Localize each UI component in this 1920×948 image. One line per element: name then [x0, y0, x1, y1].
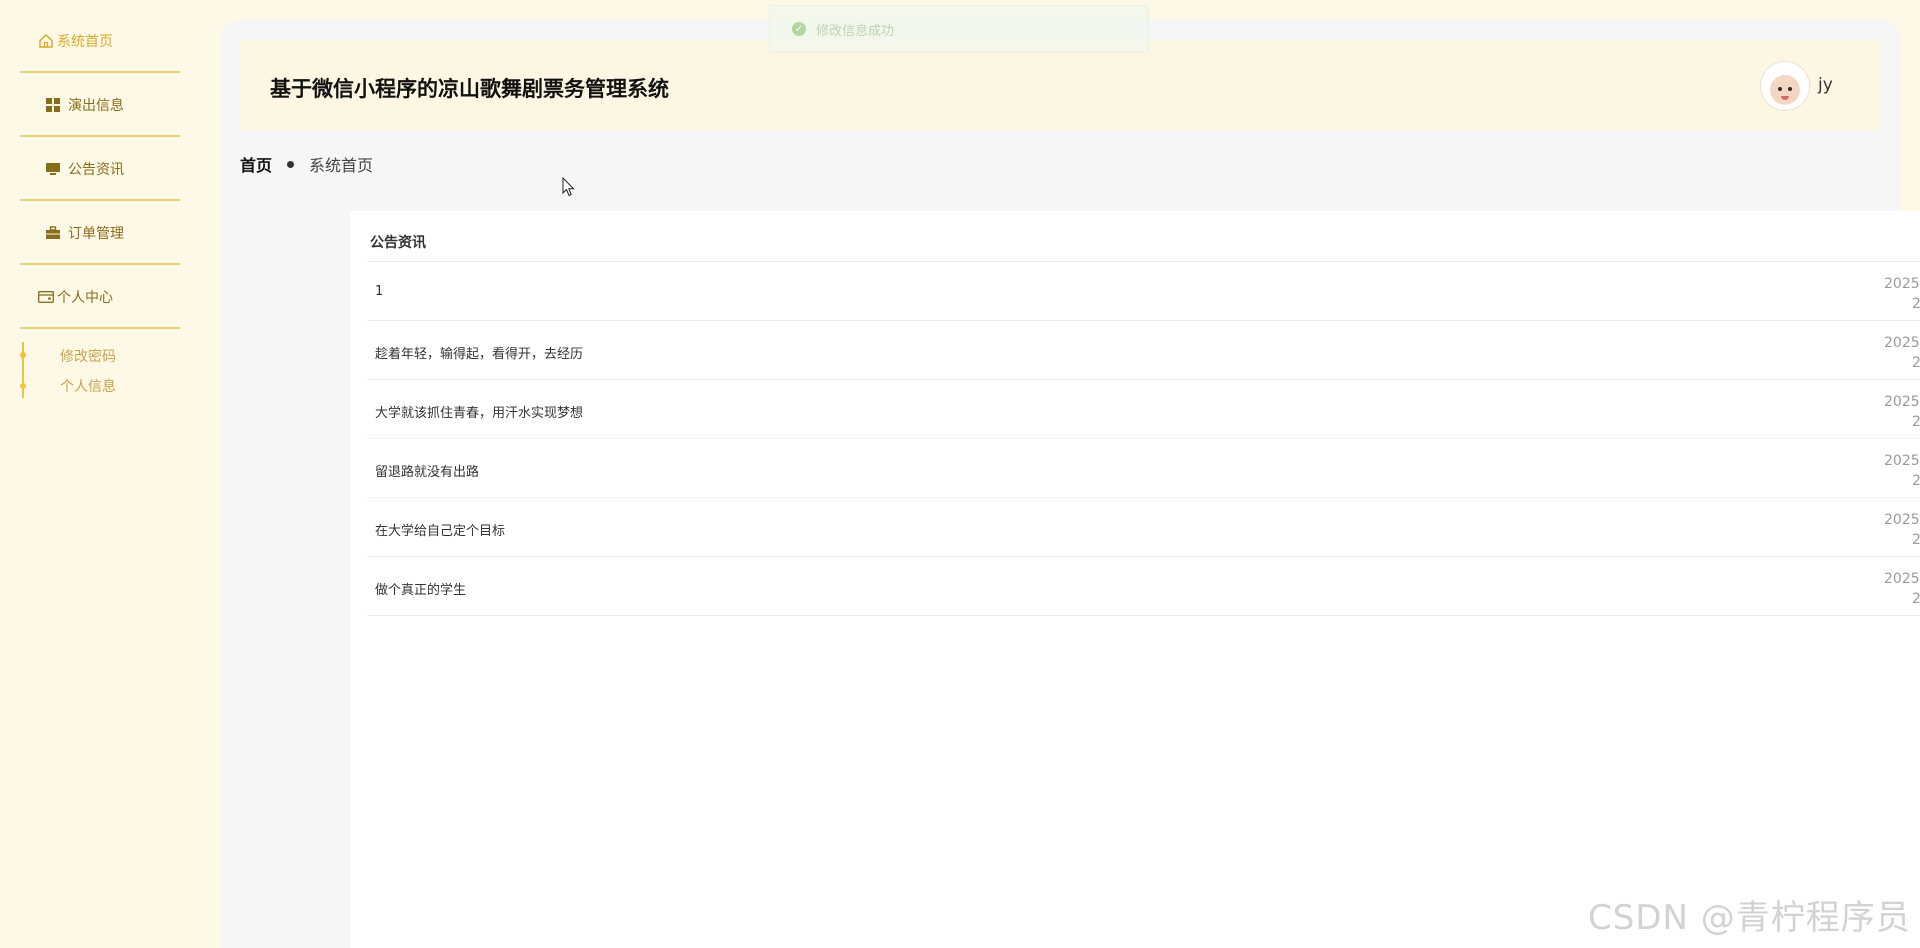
notice-row-date: 2025 2 [1884, 571, 1920, 607]
sidebar-item-orders[interactable]: 订单管理 [20, 202, 180, 265]
notice-row-date: 2025 2 [1884, 335, 1920, 371]
card-icon [38, 290, 54, 304]
notice-row-date: 2025 2 [1884, 512, 1920, 548]
sidebar: 系统首页 演出信息 公告资讯 订单管理 个人中心 修改密码 个人信息 [0, 0, 220, 948]
grid-icon [46, 97, 60, 112]
sidebar-item-home[interactable]: 系统首页 [20, 10, 180, 73]
notice-row-date: 2025 2 [1884, 276, 1920, 312]
success-toast: ✓ 修改信息成功 [769, 5, 1149, 53]
sidebar-item-label: 公告资讯 [68, 161, 124, 178]
notice-row[interactable]: 做个真正的学生 2025 2 [367, 557, 1920, 616]
monitor-icon [46, 162, 60, 176]
sidebar-item-label: 个人中心 [57, 289, 113, 306]
top-header: 基于微信小程序的凉山歌舞剧票务管理系统 jy [240, 40, 1880, 130]
notice-row-title: 留退路就没有出路 [375, 465, 480, 480]
breadcrumb-home[interactable]: 首页 [240, 152, 272, 176]
notice-row-title: 趁着年轻，输得起，看得开，去经历 [375, 347, 584, 362]
toast-message: 修改信息成功 [816, 23, 895, 39]
notice-row[interactable]: 大学就该抓住青春，用汗水实现梦想 2025 2 [367, 380, 1920, 439]
notice-row-title: 做个真正的学生 [375, 583, 467, 598]
page-title: 基于微信小程序的凉山歌舞剧票务管理系统 [270, 77, 669, 101]
notice-row[interactable]: 留退路就没有出路 2025 2 [367, 439, 1920, 498]
avatar-eye [1778, 87, 1782, 91]
sidebar-item-profile-center[interactable]: 个人中心 [20, 266, 180, 329]
username[interactable]: jy [1818, 75, 1833, 95]
avatar-eye [1788, 87, 1792, 91]
breadcrumb-separator [287, 160, 295, 168]
notice-row-date: 2025 2 [1884, 453, 1920, 489]
sidebar-item-shows[interactable]: 演出信息 [20, 74, 180, 137]
sidebar-item-label: 系统首页 [57, 33, 113, 50]
mouse-cursor-icon [562, 176, 576, 201]
notice-card: 公告资讯 1 2025 2 趁着年轻，输得起，看得开，去经历 2025 2 大学就该… [350, 211, 1920, 948]
breadcrumb-current: 系统首页 [309, 156, 374, 175]
sidebar-item-notices[interactable]: 公告资讯 [20, 138, 180, 201]
notice-row-title: 在大学给自己定个目标 [375, 524, 506, 539]
notice-row[interactable]: 1 2025 2 [367, 262, 1920, 321]
submenu-item-change-password[interactable]: 修改密码 [60, 346, 116, 366]
briefcase-icon [46, 225, 60, 240]
home-icon [38, 33, 54, 49]
check-circle-icon: ✓ [792, 22, 806, 36]
submenu-dot [20, 352, 26, 358]
avatar-mouth [1781, 96, 1789, 100]
submenu-dot [20, 383, 26, 389]
notice-row[interactable]: 在大学给自己定个目标 2025 2 [367, 498, 1920, 557]
sidebar-item-label: 订单管理 [68, 225, 124, 242]
sidebar-item-label: 演出信息 [68, 97, 124, 114]
watermark: CSDN @青柠程序员 [1588, 898, 1911, 938]
notice-row-title: 大学就该抓住青春，用汗水实现梦想 [375, 406, 584, 421]
submenu-rail [22, 342, 24, 398]
breadcrumb: 首页 系统首页 [240, 152, 373, 176]
notice-row-date: 2025 2 [1884, 394, 1920, 430]
notice-card-title: 公告资讯 [370, 235, 426, 251]
notice-row[interactable]: 趁着年轻，输得起，看得开，去经历 2025 2 [367, 321, 1920, 380]
notice-row-title: 1 [375, 284, 384, 299]
submenu-item-personal-info[interactable]: 个人信息 [60, 376, 116, 396]
avatar[interactable] [1761, 62, 1809, 110]
